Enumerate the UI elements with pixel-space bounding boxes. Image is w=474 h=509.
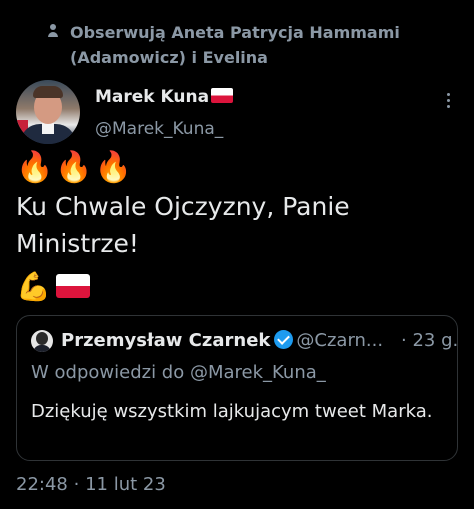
- flexed-bicep-icon: 💪: [16, 270, 51, 303]
- quoted-tweet[interactable]: Przemysław Czarnek @Czarn... · 23 g. W od…: [16, 315, 458, 461]
- quoted-timestamp[interactable]: · 23 g.: [401, 328, 458, 354]
- quoted-author-handle[interactable]: @Czarn...: [296, 330, 383, 351]
- author-avatar[interactable]: [16, 80, 80, 144]
- quoted-author-avatar[interactable]: [31, 330, 53, 352]
- poland-flag-icon: [211, 88, 234, 103]
- verified-badge-icon: [274, 330, 294, 349]
- person-icon: [48, 24, 58, 40]
- social-context-text: Obserwują Aneta Patrycja Hammami (Adamow…: [70, 23, 400, 67]
- fire-emojis: 🔥🔥🔥: [16, 150, 135, 185]
- social-context[interactable]: Obserwują Aneta Patrycja Hammami (Adamow…: [48, 20, 450, 70]
- quoted-header: Przemysław Czarnek @Czarn...: [61, 328, 383, 354]
- author-name[interactable]: Marek Kuna: [95, 86, 234, 108]
- author-handle[interactable]: @Marek_Kuna_: [95, 118, 223, 140]
- poland-flag-icon: [56, 274, 90, 298]
- reply-context: W odpowiedzi do @Marek_Kuna_: [31, 362, 326, 383]
- tweet-time: 22:48: [16, 474, 68, 495]
- quoted-text: Dziękuję wszystkim lajkujacym tweet Mark…: [31, 401, 433, 422]
- more-options-icon[interactable]: [444, 91, 452, 109]
- tweet-text: Ku Chwale Ojczyzny, Panie Ministrze!: [16, 192, 350, 258]
- quoted-author-name[interactable]: Przemysław Czarnek: [61, 330, 270, 351]
- tweet-timestamp[interactable]: 22:48 · 11 lut 23: [16, 472, 166, 498]
- tweet-date: 11 lut 23: [85, 474, 166, 495]
